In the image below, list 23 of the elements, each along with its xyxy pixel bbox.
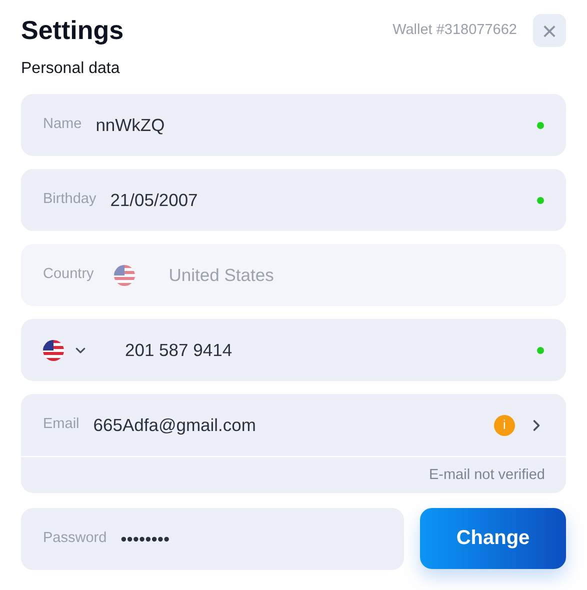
field-value: •••••••• xyxy=(120,528,170,551)
input-field[interactable]: 201 587 9414 xyxy=(21,319,566,381)
field-value: United States xyxy=(168,264,274,287)
section-heading: Personal data xyxy=(21,59,121,79)
verification-note: E-mail not verified xyxy=(21,456,566,493)
wallet-number: Wallet #318077662 xyxy=(392,20,517,40)
field-label: Country xyxy=(43,265,94,284)
field-value: 665Adfa@gmail.com xyxy=(93,414,256,437)
field-value: 201 587 9414 xyxy=(125,338,232,362)
field-label: Password xyxy=(43,528,107,548)
field-value: 21/05/2007 xyxy=(110,188,198,212)
field-label: Email xyxy=(43,415,80,434)
title: Settings xyxy=(21,14,124,46)
warning-icon: i xyxy=(494,414,515,436)
flag-icon xyxy=(43,340,64,360)
field-value: nnWkZQ xyxy=(96,114,165,137)
input-field[interactable]: Name nnWkZQ xyxy=(21,94,566,156)
change-button[interactable]: Change xyxy=(420,508,566,569)
input-field[interactable]: Birthday 21/05/2007 xyxy=(21,169,566,231)
field-label: Name xyxy=(43,115,82,134)
field-label: Birthday xyxy=(43,190,96,210)
flag-icon xyxy=(114,264,135,286)
password-field[interactable]: Password •••••••• xyxy=(21,508,404,570)
